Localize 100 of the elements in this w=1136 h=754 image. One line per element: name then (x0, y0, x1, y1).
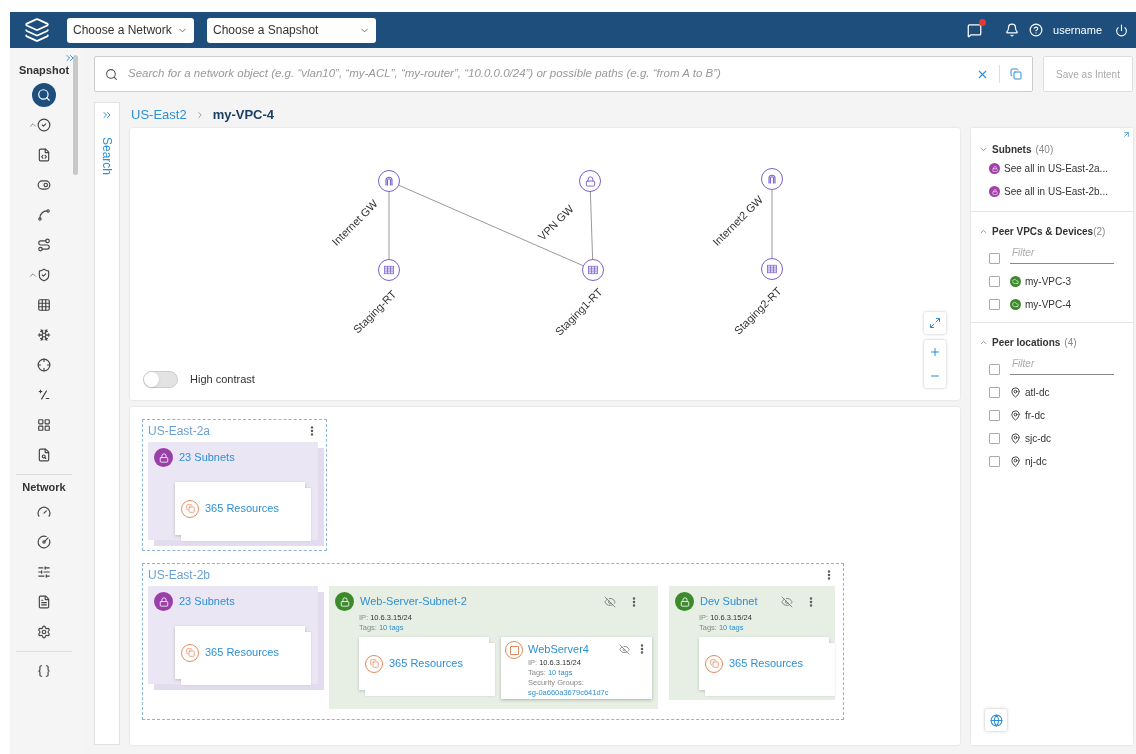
snowflake-icon (37, 328, 51, 342)
section-title[interactable]: Peer VPCs & Devices (992, 224, 1094, 239)
list-item-label[interactable]: sjc-dc (1025, 431, 1052, 446)
instance-name[interactable]: WebServer4 (528, 641, 619, 658)
topology-node[interactable] (579, 170, 601, 192)
collapse-icon[interactable] (28, 120, 38, 130)
snapshot-select[interactable]: Choose a Snapshot (207, 17, 376, 43)
lock-icon (989, 186, 1000, 197)
checkbox[interactable] (989, 299, 1000, 310)
topology-node[interactable] (378, 259, 400, 281)
pin-icon (1010, 387, 1021, 398)
report-search-icon (37, 448, 51, 462)
path-icon (37, 238, 51, 252)
lock-icon (989, 163, 1000, 174)
toggle-label: High contrast (190, 372, 255, 388)
sidebar-item[interactable] (32, 83, 56, 107)
plus-icon (929, 346, 941, 358)
checkbox[interactable] (989, 410, 1000, 421)
logo-icon[interactable] (22, 17, 52, 43)
filter-field[interactable]: Filter (1010, 356, 1114, 375)
search-bar[interactable]: Search for a network object (e.g. “vlan10”, “my-ACL”, “my-router”, “10.0.0.0/24”) or possible paths (e.g. “from A to B”) (94, 56, 1033, 92)
chevron-icon[interactable] (979, 338, 988, 347)
see-all-link[interactable]: See all in US-East-2b... (1004, 184, 1108, 199)
expand-sidebar-icon[interactable] (64, 52, 76, 64)
copy-icon[interactable] (1010, 68, 1022, 80)
hide-icon[interactable] (604, 595, 616, 608)
chevron-icon[interactable] (979, 227, 988, 236)
checkbox[interactable] (989, 276, 1000, 287)
search-field[interactable]: Search for a network object (e.g. “vlan10”, “my-ACL”, “my-router”, “10.0.0.0/24”) or possible paths (e.g. “from A to B”) (128, 65, 966, 83)
see-all-link[interactable]: See all in US-East-2a... (1004, 161, 1108, 176)
lock-icon (154, 592, 173, 611)
list-item-label[interactable]: atl-dc (1025, 385, 1050, 400)
checkbox[interactable] (989, 253, 1000, 264)
fit-view-button[interactable] (924, 312, 946, 334)
chat-icon (966, 22, 982, 38)
list-item-label[interactable]: my-VPC-3 (1025, 274, 1072, 289)
scrollbar[interactable] (73, 55, 78, 175)
chevron-icon[interactable] (979, 145, 988, 154)
network-select[interactable]: Choose a Network (67, 17, 194, 43)
search-panel-tab[interactable]: Search (94, 102, 120, 745)
filter-field[interactable]: Filter (1010, 245, 1114, 264)
file-icon (37, 595, 51, 609)
expand-icon (101, 109, 113, 121)
topology-node[interactable] (761, 168, 783, 190)
section-count: (40) (1035, 143, 1054, 157)
zone-name[interactable]: US-East-2a (148, 422, 211, 440)
bell-icon[interactable] (1005, 23, 1020, 37)
search-icon (37, 88, 51, 102)
current-page: my-VPC-4 (212, 106, 275, 125)
subnets-link[interactable]: 23 Subnets (179, 593, 235, 610)
toggle-switch[interactable] (143, 371, 178, 388)
list-item-label[interactable]: my-VPC-4 (1025, 297, 1072, 312)
collapse-panel-icon[interactable] (1122, 130, 1131, 139)
help-icon[interactable] (1029, 23, 1044, 37)
hide-icon[interactable] (781, 595, 793, 608)
search-panel-label[interactable]: Search (98, 137, 116, 176)
section-title[interactable]: Subnets (992, 142, 1032, 157)
topology-node[interactable] (378, 170, 400, 192)
connector-line (589, 191, 594, 260)
chat-button[interactable] (965, 21, 984, 39)
zone-name[interactable]: US-East-2b (148, 566, 211, 584)
list-item-label[interactable]: fr-dc (1025, 408, 1045, 423)
pin-icon (1010, 410, 1021, 421)
subnet-name[interactable]: Dev Subnet (700, 593, 767, 610)
code-file-icon (37, 148, 51, 162)
node-label: VPN GW (535, 202, 577, 244)
globe-icon (989, 713, 1003, 727)
resources-link[interactable]: 365 Resources (205, 500, 279, 517)
section-title: Network (21, 480, 67, 495)
plus-minus-icon (37, 388, 51, 402)
resources-link[interactable]: 365 Resources (389, 655, 463, 672)
connector-line (771, 189, 773, 259)
lock-icon (335, 592, 354, 611)
check-circle-icon (37, 118, 51, 132)
checkbox[interactable] (989, 364, 1000, 375)
list-item-label[interactable]: nj-dc (1025, 454, 1047, 469)
checkbox[interactable] (989, 387, 1000, 398)
breadcrumb-link[interactable]: US-East2 (131, 105, 187, 125)
power-icon[interactable] (1115, 23, 1128, 37)
topology-node[interactable] (761, 258, 783, 280)
sliders-icon (37, 565, 51, 579)
graph-icon (37, 208, 51, 222)
username-link[interactable]: username (1053, 21, 1102, 39)
topology-node[interactable] (582, 259, 604, 281)
section-title[interactable]: Peer locations (992, 335, 1061, 350)
table-icon (587, 264, 599, 276)
apps-icon (37, 418, 51, 432)
checkbox[interactable] (989, 433, 1000, 444)
hide-icon[interactable] (619, 643, 630, 655)
globe-button[interactable] (985, 709, 1007, 731)
subnets-link[interactable]: 23 Subnets (179, 449, 235, 466)
subnet-name[interactable]: Web-Server-Subnet-2 (360, 593, 590, 610)
expand-icon (929, 317, 941, 329)
resources-link[interactable]: 365 Resources (729, 655, 803, 672)
resources-link[interactable]: 365 Resources (205, 644, 279, 661)
checkbox[interactable] (989, 456, 1000, 467)
gauge-icon (37, 535, 51, 549)
section-count: (4) (1064, 336, 1077, 350)
lock-icon (154, 448, 173, 467)
collapse-icon[interactable] (28, 270, 38, 280)
